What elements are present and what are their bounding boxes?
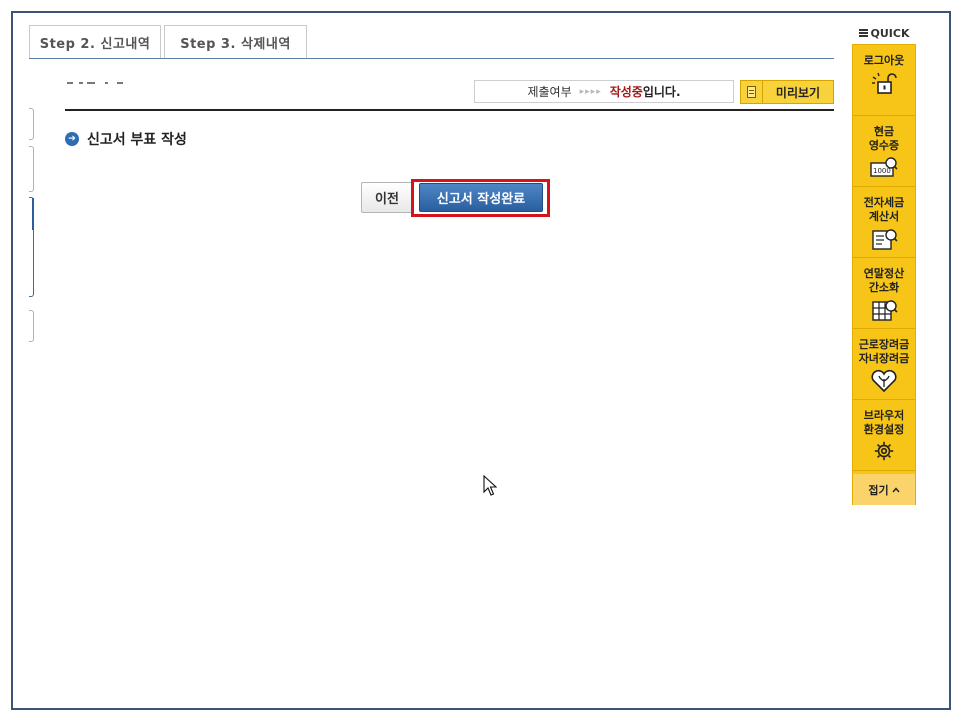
status-label: 제출여부 (527, 85, 572, 99)
tab-underline (29, 58, 834, 59)
quick-menu: 로그아웃 현금 영수증 1000 전자세금 계산서 연말정산 간소화 근로장려금… (852, 44, 916, 505)
quick-item-browser-settings[interactable]: 브라우저 환경설정 (853, 400, 915, 471)
quick-item-label: 브라우저 환경설정 (863, 409, 905, 436)
quick-item-label: 근로장려금 자녀장려금 (858, 338, 910, 365)
arrow-circle-icon: ➔ (65, 132, 79, 146)
section-title-text: 신고서 부표 작성 (87, 132, 187, 148)
section-title: ➔ 신고서 부표 작성 (65, 129, 187, 149)
cash-icon-text: 1000 (873, 167, 891, 175)
quick-item-label: 전자세금 계산서 (863, 196, 905, 223)
quick-header-label: QUICK (870, 26, 910, 40)
clipped-text (65, 82, 125, 90)
submission-status: 제출여부 ▸▸▸▸ 작성중입니다. (474, 80, 734, 103)
status-value: 작성중 (609, 85, 643, 99)
fold-label: 접기 (868, 483, 889, 497)
side-nav-item[interactable] (29, 310, 34, 342)
mouse-cursor-icon (483, 475, 497, 496)
unlock-icon (872, 72, 897, 94)
incentive-heart-icon (871, 369, 897, 393)
e-invoice-icon (872, 229, 898, 250)
tab-step3[interactable]: Step 3. 삭제내역 (164, 25, 307, 59)
quick-item-label: 연말정산 간소화 (863, 267, 905, 294)
side-nav-item[interactable] (29, 108, 34, 140)
status-suffix: 입니다. (642, 85, 681, 99)
prev-button[interactable]: 이전 (361, 182, 413, 213)
side-nav-item[interactable] (29, 146, 34, 192)
quick-item-cash-receipt[interactable]: 현금 영수증 1000 (853, 116, 915, 187)
tab-step2[interactable]: Step 2. 신고내역 (29, 25, 161, 59)
window-frame (11, 11, 951, 710)
cash-receipt-icon: 1000 (870, 157, 898, 177)
menu-icon (858, 29, 868, 37)
side-nav-item-active[interactable] (29, 197, 34, 297)
complete-report-button[interactable]: 신고서 작성완료 (419, 183, 543, 212)
quick-fold-button[interactable]: 접기 (853, 474, 915, 505)
year-end-tax-icon (872, 300, 898, 321)
quick-item-e-invoice[interactable]: 전자세금 계산서 (853, 187, 915, 258)
quick-item-year-end-tax[interactable]: 연말정산 간소화 (853, 258, 915, 329)
header-rule (65, 109, 834, 111)
quick-item-label: 현금 영수증 (868, 125, 900, 152)
gear-icon (874, 441, 894, 461)
arrows-icon: ▸▸▸▸ (579, 86, 602, 97)
preview-label: 미리보기 (775, 85, 821, 100)
quick-item-incentive[interactable]: 근로장려금 자녀장려금 (853, 329, 915, 400)
preview-button[interactable]: 미리보기 (740, 80, 834, 104)
quick-item-label: 로그아웃 (863, 54, 905, 67)
quick-item-logout[interactable]: 로그아웃 (853, 45, 915, 116)
document-icon (741, 81, 763, 103)
chevron-up-icon (892, 486, 900, 492)
quick-menu-header: QUICK (852, 25, 916, 41)
